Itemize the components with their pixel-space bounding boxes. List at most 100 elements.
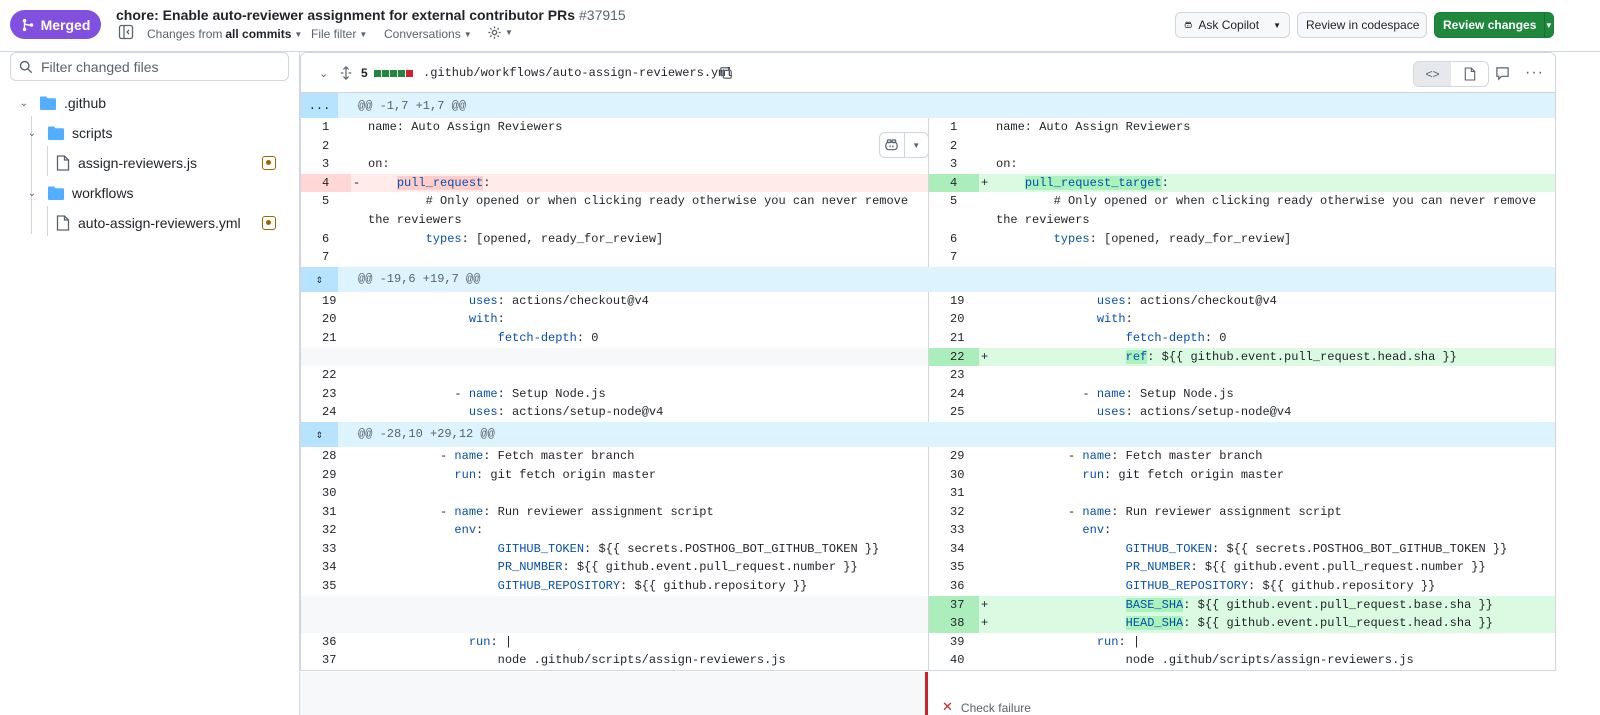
line-number[interactable]: 29 xyxy=(929,447,979,466)
line-number[interactable]: 6 xyxy=(301,230,351,249)
line-number[interactable]: 36 xyxy=(929,577,979,596)
line-number[interactable]: 24 xyxy=(301,403,351,422)
yaml-key: ref xyxy=(1125,349,1148,364)
more-options-icon[interactable]: ··· xyxy=(1525,53,1544,93)
tree-folder-workflows[interactable]: ⌄ workflows xyxy=(24,178,134,208)
diff-marker xyxy=(351,577,368,596)
line-number[interactable]: 32 xyxy=(929,503,979,522)
line-number[interactable] xyxy=(301,211,351,230)
tree-file-auto-assign-reviewers[interactable]: auto-assign-reviewers.yml xyxy=(56,208,241,238)
line-number[interactable]: 6 xyxy=(929,230,979,249)
line-number[interactable] xyxy=(929,211,979,230)
diff-row: 38 + HEAD_SHA: ${{ github.event.pull_requ… xyxy=(301,614,1555,633)
expand-all-icon[interactable] xyxy=(339,53,353,93)
line-number[interactable]: 39 xyxy=(929,633,979,652)
expand-lines-icon[interactable]: ⇕ xyxy=(301,421,338,447)
line-number[interactable]: 31 xyxy=(929,484,979,503)
line-number[interactable]: 23 xyxy=(929,366,979,385)
line-number[interactable]: 33 xyxy=(929,521,979,540)
copy-path-icon[interactable] xyxy=(719,53,733,93)
line-number[interactable] xyxy=(301,348,351,367)
tree-folder-scripts[interactable]: ⌄ scripts xyxy=(24,118,113,148)
line-number[interactable]: 21 xyxy=(929,329,979,348)
file-header: ⌄ 5 .github/workflows/auto-assign-review… xyxy=(300,52,1556,92)
line-number[interactable]: 19 xyxy=(929,292,979,311)
expand-lines-icon[interactable]: ⇕ xyxy=(301,266,338,292)
diff-left-line: 1 name: Auto Assign Reviewers xyxy=(301,118,928,137)
filter-changed-files-input[interactable]: Filter changed files xyxy=(10,52,289,81)
comment-icon[interactable] xyxy=(1495,53,1510,93)
line-number[interactable]: 1 xyxy=(301,118,351,137)
review-in-codespace-button[interactable]: Review in codespace xyxy=(1297,12,1427,38)
expand-lines-icon[interactable]: ... xyxy=(301,93,338,118)
file-filter-menu[interactable]: File filter ▼ xyxy=(311,27,367,41)
diff-right-line: 39 run: | xyxy=(928,632,1555,652)
conversations-menu[interactable]: Conversations ▼ xyxy=(384,27,472,41)
copilot-line-button[interactable]: ▼ xyxy=(879,132,929,158)
line-number[interactable]: 38 xyxy=(929,614,979,633)
line-number[interactable]: 33 xyxy=(301,540,351,559)
line-number[interactable]: 4 xyxy=(301,173,351,193)
line-number[interactable]: 1 xyxy=(929,118,979,137)
line-number[interactable]: 28 xyxy=(301,447,351,466)
diff-marker xyxy=(979,292,996,311)
line-number[interactable]: 3 xyxy=(929,155,979,174)
line-number[interactable]: 5 xyxy=(929,192,979,211)
line-number[interactable]: 40 xyxy=(929,651,979,670)
line-number[interactable]: 2 xyxy=(301,137,351,156)
diff-left-line: 20 with: xyxy=(301,310,928,329)
line-number[interactable]: 34 xyxy=(929,540,979,559)
caret-down-icon[interactable]: ▼ xyxy=(1545,21,1553,30)
review-changes-button[interactable]: Review changes ▼ xyxy=(1434,12,1554,38)
line-number[interactable]: 5 xyxy=(301,192,351,211)
tree-folder-github[interactable]: ⌄ .github xyxy=(16,88,106,118)
line-number[interactable]: 4 xyxy=(929,173,979,193)
line-number[interactable]: 31 xyxy=(301,503,351,522)
line-number[interactable]: 35 xyxy=(301,577,351,596)
line-number[interactable] xyxy=(301,614,351,633)
line-number[interactable] xyxy=(301,596,351,615)
line-number[interactable]: 29 xyxy=(301,466,351,485)
diff-marker xyxy=(351,614,368,633)
changes-from-menu[interactable]: Changes from all commits ▼ xyxy=(147,27,302,41)
diff-marker xyxy=(979,484,996,503)
yaml-key: pull_request_target xyxy=(1024,175,1162,190)
line-number[interactable]: 22 xyxy=(929,347,979,367)
file-view-icon[interactable] xyxy=(1451,62,1488,86)
line-number[interactable]: 3 xyxy=(301,155,351,174)
line-number[interactable]: 7 xyxy=(301,248,351,267)
line-number[interactable]: 22 xyxy=(301,366,351,385)
line-number[interactable]: 35 xyxy=(929,558,979,577)
line-number[interactable]: 20 xyxy=(929,310,979,329)
diff-row: 35 GITHUB_REPOSITORY: ${{ github.reposit… xyxy=(301,577,1555,596)
line-number[interactable]: 37 xyxy=(301,651,351,670)
line-number[interactable]: 24 xyxy=(929,385,979,404)
line-number[interactable]: 7 xyxy=(929,248,979,267)
line-number[interactable]: 23 xyxy=(301,385,351,404)
diff-row: 6 types: [opened, ready_for_review] 6 typ… xyxy=(301,229,1555,249)
diff-right-line: 37 + BASE_SHA: ${{ github.event.pull_requ… xyxy=(928,595,1555,615)
line-number[interactable]: 32 xyxy=(301,521,351,540)
line-number[interactable]: 30 xyxy=(929,466,979,485)
diff-row: 23 - name: Setup Node.js 24 - name: Setup… xyxy=(301,384,1555,404)
line-number[interactable]: 36 xyxy=(301,633,351,652)
line-number[interactable]: 37 xyxy=(929,595,979,615)
line-number[interactable]: 20 xyxy=(301,310,351,329)
line-number[interactable]: 30 xyxy=(301,484,351,503)
diff-right-line: 25 uses: actions/setup-node@v4 xyxy=(928,403,1555,422)
line-number[interactable]: 19 xyxy=(301,292,351,311)
caret-down-icon[interactable]: ▼ xyxy=(903,133,929,157)
line-number[interactable]: 25 xyxy=(929,403,979,422)
line-number[interactable]: 34 xyxy=(301,558,351,577)
code-view-icon[interactable]: <> xyxy=(1414,62,1451,86)
settings-menu[interactable]: ▼ xyxy=(487,25,513,40)
sidebar-toggle-icon[interactable] xyxy=(118,24,134,40)
line-number[interactable]: 2 xyxy=(929,137,979,156)
tree-file-assign-reviewers[interactable]: assign-reviewers.js xyxy=(56,148,197,178)
ask-copilot-button[interactable]: Ask Copilot ▼ xyxy=(1175,12,1290,38)
line-number[interactable]: 21 xyxy=(301,329,351,348)
chevron-down-icon[interactable]: ⌄ xyxy=(319,53,328,93)
